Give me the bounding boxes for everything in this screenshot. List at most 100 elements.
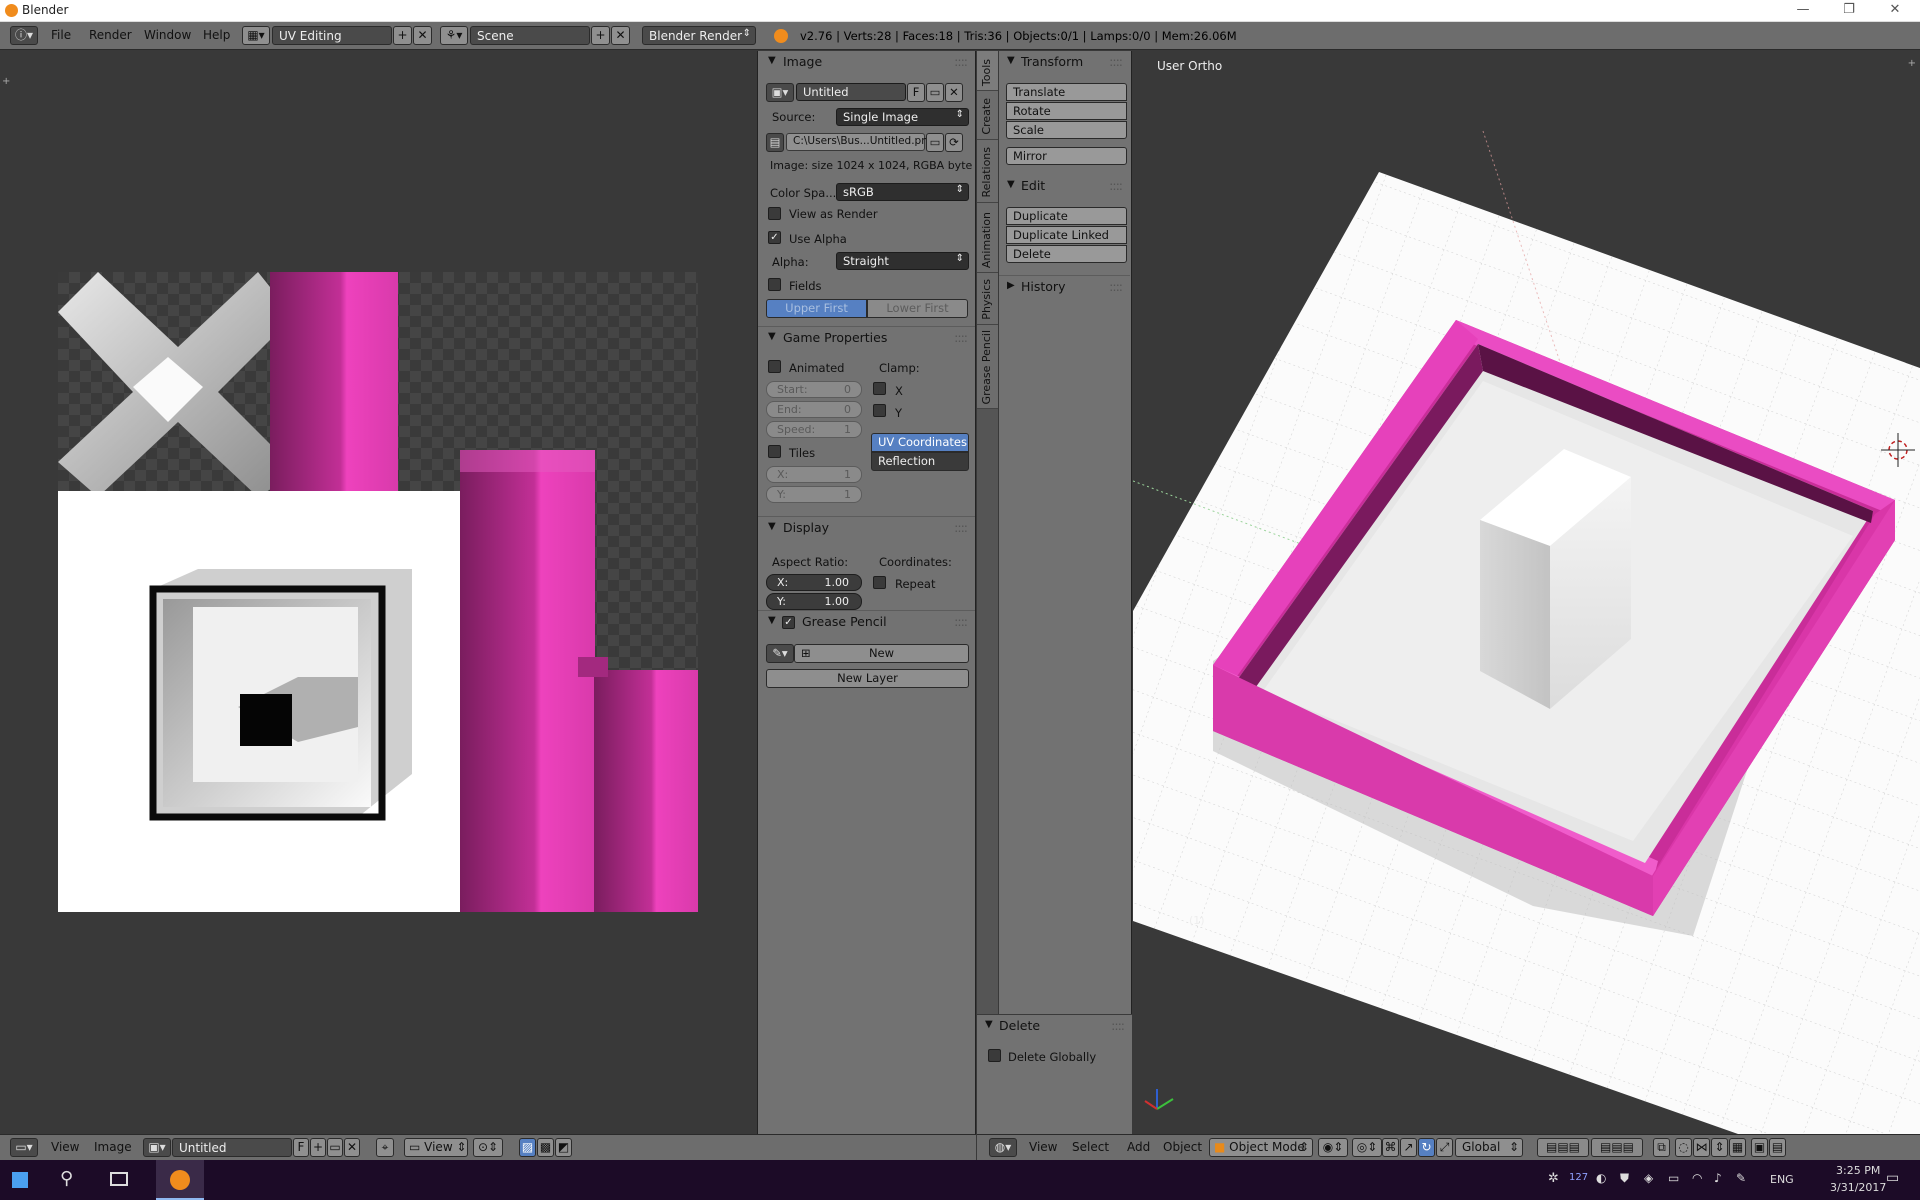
open-folder-icon[interactable]: ▭ [926,83,944,102]
view-as-render-checkbox[interactable] [768,207,781,220]
task-view-icon[interactable] [110,1172,128,1186]
translate-button[interactable]: Translate [1006,83,1127,101]
layers-grid-2[interactable]: ▤▤▤ [1591,1138,1643,1157]
menu-view-3d[interactable]: View [1029,1140,1057,1154]
image-editor[interactable]: + [0,51,756,1134]
mirror-button[interactable]: Mirror [1006,147,1127,165]
display-alpha-icon[interactable]: ▩ [537,1138,554,1157]
menu-view[interactable]: View [51,1140,79,1154]
add-image-button[interactable]: + [310,1138,326,1157]
tray-badge[interactable]: 127 [1569,1172,1588,1183]
screen-layout-field[interactable]: UV Editing [272,26,392,45]
delete-button[interactable]: Delete [1006,245,1127,263]
drag-grip-icon[interactable]: :::: [1109,178,1123,193]
end-field[interactable]: End: 0 [766,401,862,418]
minimize-button[interactable]: — [1788,2,1818,20]
snap-icon[interactable]: ⋈ [1693,1138,1710,1157]
unlink-image-icon[interactable]: ✕ [344,1138,360,1157]
screen-layout-icon[interactable]: ▦▾ [242,26,270,45]
region-toggle-icon[interactable]: + [2,76,10,87]
filepath-field[interactable]: C:\Users\Bus...Untitled.png [786,133,935,151]
volume-tray-icon[interactable]: ♪ [1714,1171,1722,1185]
menu-add[interactable]: Add [1127,1140,1150,1154]
remove-scene-button[interactable]: ✕ [611,26,630,45]
drag-grip-icon[interactable]: :::: [954,614,968,629]
duplicate-button[interactable]: Duplicate [1006,207,1127,225]
color-space-select[interactable]: sRGB ⇕ [836,183,969,201]
snap-target-icon[interactable]: ⇕ [1711,1138,1728,1157]
pivot-icon[interactable]: ⊙⇕ [473,1138,503,1157]
menu-help[interactable]: Help [203,28,230,42]
start-field[interactable]: Start: 0 [766,381,862,398]
pen-tray-icon[interactable]: ✎ [1736,1171,1746,1185]
lock-camera-icon[interactable]: ⧉ [1653,1138,1670,1157]
menu-image[interactable]: Image [94,1140,132,1154]
use-alpha-checkbox[interactable]: ✓ [768,231,781,244]
fields-checkbox[interactable] [768,278,781,291]
gear-tray-icon[interactable]: ✲ [1548,1171,1559,1186]
speed-field[interactable]: Speed: 1 [766,421,862,438]
uv-texture-image[interactable] [58,272,698,912]
lower-first-toggle[interactable]: Lower First [867,299,968,318]
tiles-checkbox[interactable] [768,445,781,458]
opengl-animation-icon[interactable]: ▤ [1769,1138,1786,1157]
editor-type-image-icon[interactable]: ▭▾ [10,1138,38,1157]
grease-pencil-checkbox[interactable]: ✓ [782,616,795,629]
drag-grip-icon[interactable]: :::: [1109,279,1123,294]
aspect-x-field[interactable]: X: 1.00 [766,574,862,591]
transform-header[interactable]: ▼ Transform :::: [999,51,1130,73]
transform-orientation-select[interactable]: Global ⇕ [1455,1138,1523,1157]
taskbar-blender-app[interactable] [156,1160,204,1200]
drag-grip-icon[interactable]: :::: [1111,1018,1125,1033]
alpha-select[interactable]: Straight ⇕ [836,252,969,270]
add-screen-button[interactable]: + [393,26,412,45]
scene-field[interactable]: Scene [470,26,590,45]
scale-manipulator-icon[interactable]: ⤢ [1436,1138,1453,1157]
translate-manipulator-icon[interactable]: ↗ [1400,1138,1417,1157]
clock-date[interactable]: 3/31/2017 [1830,1181,1886,1194]
duplicate-linked-button[interactable]: Duplicate Linked [1006,226,1127,244]
grease-pencil-header[interactable]: ▼ ✓ Grease Pencil :::: [758,610,975,632]
tab-animation[interactable]: Animation [977,203,998,273]
editor-type-3d-icon[interactable]: ◍▾ [989,1138,1017,1157]
opengl-render-icon[interactable]: ▣ [1751,1138,1768,1157]
repeat-checkbox[interactable] [873,576,886,589]
clamp-x-checkbox[interactable] [873,382,886,395]
drag-grip-icon[interactable]: :::: [954,330,968,345]
tab-create[interactable]: Create [977,91,998,140]
tab-physics[interactable]: Physics [977,273,998,325]
remove-screen-button[interactable]: ✕ [413,26,432,45]
game-properties-header[interactable]: ▼ Game Properties :::: [758,326,975,348]
3d-viewport[interactable]: User Ortho + (1) [1133,51,1920,1134]
reload-icon[interactable]: ⟳ [945,133,963,152]
drag-grip-icon[interactable]: :::: [1109,54,1123,69]
tab-relations[interactable]: Relations [977,140,998,203]
search-icon[interactable]: ⚲ [60,1168,73,1189]
pin-icon[interactable]: ⌖ [376,1138,394,1157]
fake-user-button[interactable]: F [293,1138,309,1157]
menu-object[interactable]: Object [1163,1140,1202,1154]
editor-type-info-icon[interactable]: ⓘ▾ [10,26,38,45]
dropbox-tray-icon[interactable]: ◈ [1644,1171,1653,1185]
upper-first-toggle[interactable]: Upper First [766,299,867,318]
image-name-field[interactable]: Untitled [172,1138,292,1157]
menu-select[interactable]: Select [1072,1140,1109,1154]
edit-header[interactable]: ▼ Edit :::: [999,175,1130,197]
close-window-button[interactable]: ✕ [1880,2,1910,20]
image-name-field[interactable]: Untitled [796,83,906,101]
aspect-y-field[interactable]: Y: 1.00 [766,593,862,610]
source-select[interactable]: Single Image ⇕ [836,108,969,126]
fake-user-button[interactable]: F [907,83,925,102]
steam-tray-icon[interactable]: ◐ [1596,1171,1606,1185]
restore-button[interactable]: ❐ [1834,2,1864,20]
rotate-button[interactable]: Rotate [1006,102,1127,120]
proportional-edit-icon[interactable]: ◌ [1675,1138,1692,1157]
render-engine-select[interactable]: Blender Render ⇕ [642,26,756,45]
menu-file[interactable]: File [51,28,71,42]
drag-grip-icon[interactable]: :::: [954,54,968,69]
drag-grip-icon[interactable]: :::: [954,520,968,535]
new-layer-button[interactable]: New Layer [766,669,969,688]
pivot-point-icon[interactable]: ◎⇕ [1352,1138,1382,1157]
menu-window[interactable]: Window [144,28,191,42]
scale-button[interactable]: Scale [1006,121,1127,139]
